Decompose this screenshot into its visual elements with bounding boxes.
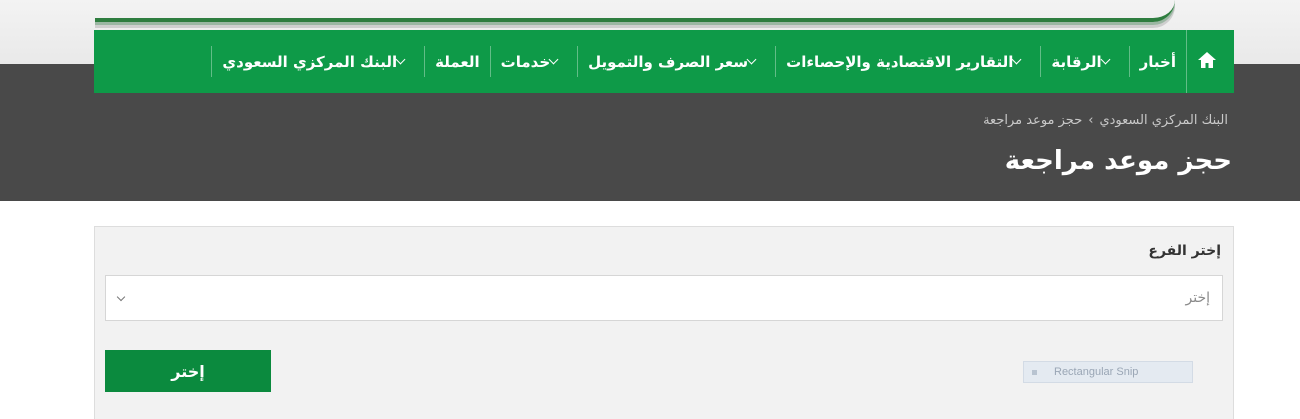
chevron-left-icon: › [1088, 113, 1094, 128]
nav-item-label: سعر الصرف والتمويل [588, 52, 749, 71]
chevron-down-icon [395, 54, 406, 65]
breadcrumb-root-link[interactable]: البنك المركزي السعودي [1099, 113, 1228, 128]
chevron-down-icon [1100, 54, 1111, 65]
chevron-down-icon [1011, 54, 1022, 65]
nav-item-label: التقارير الاقتصادية والإحصاءات [786, 52, 1014, 71]
nav-item-label: البنك المركزي السعودي [222, 52, 398, 71]
rectangular-snip-overlay: Rectangular Snip [1023, 361, 1193, 383]
nav-item-label: العملة [435, 52, 480, 71]
home-icon[interactable] [1197, 51, 1217, 73]
branch-field-label: إختر الفرع [1148, 243, 1221, 259]
page-title: حجز موعد مراجعة [1004, 146, 1232, 176]
nav-home[interactable] [1186, 30, 1226, 93]
nav-item-label: الرقابة [1051, 52, 1102, 71]
main-navbar: أخبار الرقابة التقارير الاقتصادية والإحص… [94, 30, 1234, 93]
nav-item-services[interactable]: خدمات [489, 46, 577, 77]
appointment-form-panel: إختر الفرع إختر إختر Rectangular Snip [94, 226, 1234, 419]
nav-item-exchange-finance[interactable]: سعر الصرف والتمويل [577, 46, 775, 77]
nav-item-central-bank[interactable]: البنك المركزي السعودي [211, 46, 424, 77]
header-decorative-line [95, 0, 1175, 22]
nav-item-supervision[interactable]: الرقابة [1040, 46, 1128, 77]
chevron-down-icon [548, 54, 559, 65]
choose-button[interactable]: إختر [105, 350, 271, 392]
nav-item-reports-statistics[interactable]: التقارير الاقتصادية والإحصاءات [775, 46, 1040, 77]
chevron-down-icon [746, 54, 757, 65]
nav-item-news[interactable]: أخبار [1128, 46, 1186, 77]
nav-item-label: خدمات [500, 52, 551, 71]
breadcrumb-current: حجز موعد مراجعة [983, 113, 1083, 128]
chevron-down-icon [116, 292, 126, 301]
branch-select-value: إختر [1185, 290, 1211, 306]
nav-item-currency[interactable]: العملة [424, 46, 490, 77]
branch-select[interactable]: إختر [105, 275, 1223, 321]
breadcrumb: البنك المركزي السعودي › حجز موعد مراجعة [983, 113, 1228, 128]
nav-item-label: أخبار [1139, 52, 1176, 71]
